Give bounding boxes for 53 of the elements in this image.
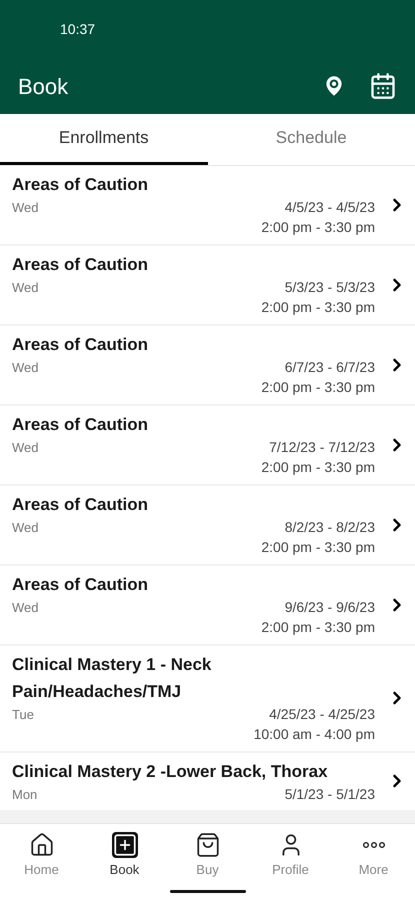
header-title: Book: [18, 72, 70, 100]
class-title: Areas of Caution: [12, 574, 150, 596]
class-day: Tue: [12, 705, 34, 724]
class-dates: 8/2/23 - 8/2/23: [284, 518, 375, 537]
class-time: 2:00 pm - 3:30 pm: [261, 298, 375, 317]
class-title: Areas of Caution: [12, 174, 150, 196]
enrollment-row[interactable]: Areas of Caution Wed 7/12/23 - 7/12/23 2:00 pm - 3:30 pm: [0, 406, 415, 484]
class-title: Areas of Caution: [12, 414, 150, 436]
class-title: Clinical Mastery 2 -Lower Back, Thorax: [12, 761, 329, 783]
class-day: Wed: [12, 358, 38, 377]
nav-item[interactable]: Profile: [249, 832, 332, 880]
home-icon: [28, 832, 54, 858]
class-dates: 9/6/23 - 9/6/23: [284, 598, 375, 617]
nav-item[interactable]: More: [332, 832, 415, 880]
enrollment-row[interactable]: Areas of Caution Wed 4/5/23 - 4/5/23 2:00 pm - 3:30 pm: [0, 166, 415, 244]
class-title: Areas of Caution: [12, 334, 150, 356]
class-day: Wed: [12, 198, 38, 217]
class-day: Wed: [12, 518, 38, 537]
tab[interactable]: Schedule: [208, 114, 415, 165]
dots-icon: [362, 842, 384, 848]
enrollment-row[interactable]: Areas of Caution Wed 6/7/23 - 6/7/23 2:00 pm - 3:30 pm: [0, 326, 415, 404]
nav-item[interactable]: Book: [83, 832, 166, 880]
enrollment-row[interactable]: Areas of Caution Wed 5/3/23 - 5/3/23 2:00 pm - 3:30 pm: [0, 246, 415, 324]
enrollment-row[interactable]: Clinical Mastery 2 -Lower Back, Thorax Mon 5/1/23 - 5/1/23: [0, 753, 415, 810]
class-title: Areas of Caution: [12, 494, 150, 516]
class-time: 2:00 pm - 3:30 pm: [261, 378, 375, 397]
plus-square-icon: [112, 832, 138, 858]
class-dates: 7/12/23 - 7/12/23: [269, 438, 375, 457]
class-day: Wed: [12, 598, 38, 617]
class-day: Wed: [12, 278, 38, 297]
class-time: 2:00 pm - 3:30 pm: [261, 218, 375, 237]
class-dates: 4/25/23 - 4/25/23: [269, 705, 375, 724]
enrollment-row[interactable]: Areas of Caution Wed 8/2/23 - 8/2/23 2:00 pm - 3:30 pm: [0, 486, 415, 564]
class-time: 2:00 pm - 3:30 pm: [261, 458, 375, 477]
calendar-icon: [369, 72, 397, 100]
class-dates: 5/1/23 - 5/1/23: [284, 785, 375, 804]
nav-item[interactable]: Home: [0, 832, 83, 880]
class-dates: 4/5/23 - 4/5/23: [284, 198, 375, 217]
enrollment-row[interactable]: Areas of Caution Wed 9/6/23 - 9/6/23 2:00 pm - 3:30 pm: [0, 566, 415, 644]
class-title: Areas of Caution: [12, 254, 150, 276]
enrollment-row[interactable]: Clinical Mastery 1 - Neck Pain/Headaches/TMJ Tue 4/25/23 - 4/25/23 10:00 am - 4:00 pm: [0, 646, 415, 751]
class-day: Wed: [12, 438, 38, 457]
calendar-button[interactable]: [369, 72, 397, 100]
shopping-bag-icon: [194, 832, 220, 858]
class-dates: 5/3/23 - 5/3/23: [284, 278, 375, 297]
class-time: 2:00 pm - 3:30 pm: [261, 538, 375, 557]
class-time: 10:00 am - 4:00 pm: [254, 725, 375, 744]
class-dates: 6/7/23 - 6/7/23: [284, 358, 375, 377]
nav-item[interactable]: Buy: [166, 832, 249, 880]
class-day: Mon: [12, 785, 38, 804]
class-time: 2:00 pm - 3:30 pm: [261, 618, 375, 637]
class-title: Clinical Mastery 1 - Neck Pain/Headaches/TMJ: [12, 654, 212, 703]
status-time: 10:37: [60, 20, 96, 38]
